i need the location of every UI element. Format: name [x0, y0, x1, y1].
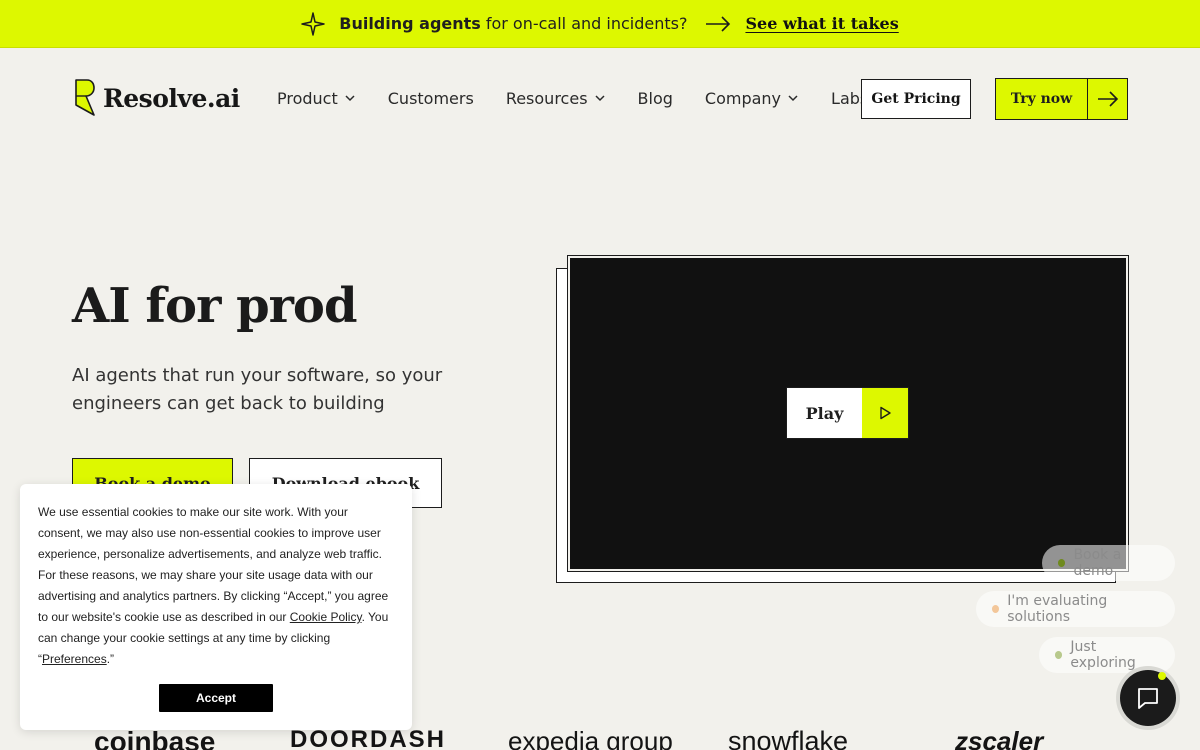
arrow-right-icon — [1088, 79, 1127, 119]
try-now-label: Try now — [996, 79, 1088, 119]
nav-customers[interactable]: Customers — [388, 86, 474, 110]
hero-title: AI for prod — [72, 278, 357, 334]
logo-expedia: expedia group — [508, 726, 673, 750]
announcement-bold: Building agents — [339, 14, 481, 33]
announcement-link[interactable]: See what it takes — [745, 14, 898, 33]
nav-label: Blog — [637, 88, 673, 108]
nav-label: Resources — [505, 88, 588, 108]
status-dot — [1058, 559, 1066, 567]
chevron-down-icon — [344, 92, 356, 104]
play-button[interactable]: Play — [786, 387, 909, 439]
chevron-down-icon — [787, 92, 799, 104]
announcement-bar[interactable]: Building agents for on-call and incident… — [0, 0, 1200, 48]
nav-label: Customers — [387, 88, 474, 108]
status-dot — [992, 605, 1000, 613]
nav-blog[interactable]: Blog — [638, 86, 673, 110]
chat-launcher-button[interactable] — [1120, 670, 1176, 726]
hero-subtitle: AI agents that run your software, so you… — [72, 365, 443, 414]
chip-label: Just exploring — [1070, 639, 1136, 671]
nav-resources[interactable]: Resources — [506, 86, 606, 110]
play-icon — [862, 388, 908, 438]
chat-chip-book-demo[interactable]: Book a demo — [1042, 545, 1175, 581]
cookie-text-start: We use essential cookies to make our sit… — [38, 505, 389, 624]
try-now-button[interactable]: Try now — [995, 78, 1128, 120]
chip-label: I'm evaluating solutions — [1007, 593, 1108, 625]
nav-label: Product — [277, 88, 338, 108]
play-label: Play — [787, 388, 862, 438]
notification-badge — [1158, 672, 1166, 680]
accept-cookies-button[interactable]: Accept — [159, 684, 273, 712]
chevron-down-icon — [594, 92, 606, 104]
cookie-text-end: .” — [106, 652, 115, 666]
announcement-text: Building agents for on-call and incident… — [339, 14, 687, 33]
nav-product[interactable]: Product — [277, 86, 356, 110]
sparkle-icon — [301, 11, 325, 36]
cookie-text: We use essential cookies to make our sit… — [38, 502, 394, 670]
chat-chip-exploring[interactable]: Just exploring — [1039, 637, 1175, 673]
chat-chip-evaluating[interactable]: I'm evaluating solutions — [976, 591, 1175, 627]
chat-bubble-icon — [1138, 688, 1158, 709]
nav-company[interactable]: Company — [705, 86, 799, 110]
main-nav: Product Customers Resources Blog Company… — [277, 86, 868, 110]
cookie-policy-link[interactable]: Cookie Policy — [290, 610, 362, 624]
resolve-logo-icon — [75, 79, 95, 116]
announcement-rest: for on-call and incidents? — [485, 14, 688, 33]
logo-snowflake: snowflake — [728, 726, 849, 750]
brand-logo[interactable]: Resolve.ai — [75, 79, 240, 117]
arrow-right-icon — [705, 15, 731, 32]
cookie-banner: We use essential cookies to make our sit… — [20, 484, 412, 730]
get-pricing-button[interactable]: Get Pricing — [861, 79, 971, 119]
chip-label: Book a demo — [1073, 547, 1122, 579]
brand-name: Resolve.ai — [103, 83, 240, 113]
nav-label: Company — [704, 88, 782, 108]
logo-zscaler: zscaler — [955, 726, 1044, 750]
preferences-link[interactable]: Preferences — [42, 652, 107, 666]
page: Building agents for on-call and incident… — [0, 0, 1200, 750]
status-dot — [1055, 651, 1063, 659]
